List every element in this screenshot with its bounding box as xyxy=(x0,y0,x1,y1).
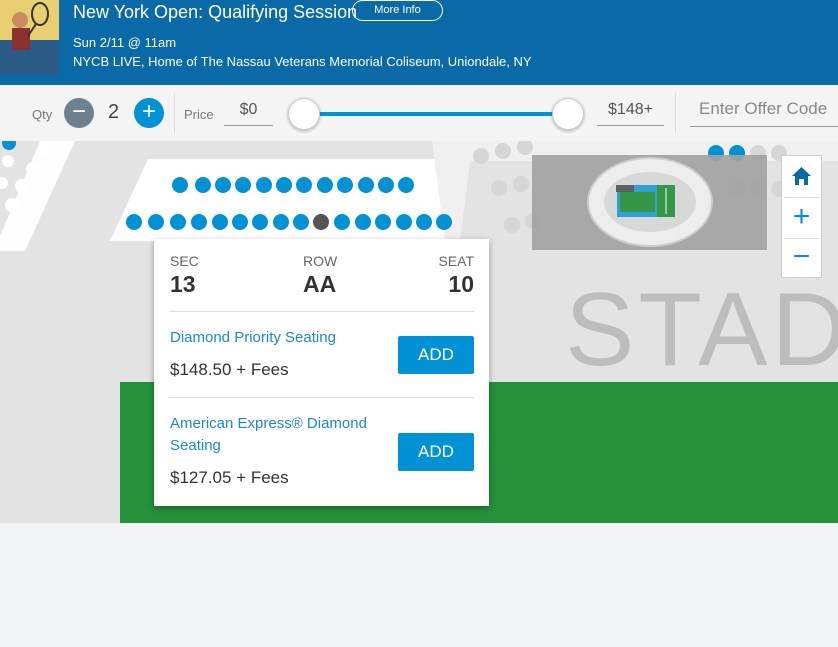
event-header: New York Open: Qualifying Session More I… xyxy=(0,0,838,85)
home-icon xyxy=(792,167,811,185)
seat-label: SEAT xyxy=(438,253,474,269)
price-slider-max-handle[interactable] xyxy=(552,98,584,130)
venue-minimap[interactable] xyxy=(532,155,767,250)
qty-value: 2 xyxy=(108,101,120,123)
zoom-out-button[interactable]: − xyxy=(782,238,821,278)
add-offer-button[interactable]: ADD xyxy=(398,336,474,374)
price-slider-track[interactable] xyxy=(303,112,567,116)
qty-decrease-button[interactable]: − xyxy=(64,98,94,128)
offer-price: $148.50 + Fees xyxy=(170,360,289,379)
divider xyxy=(169,311,474,312)
seat-details-popup: SEC 13 ROW AA SEAT 10 Diamond Priority S… xyxy=(154,239,489,506)
selected-seat xyxy=(313,214,329,230)
divider xyxy=(169,397,474,398)
event-date: Sun 2/11 @ 11am xyxy=(73,35,177,50)
row-value: AA xyxy=(303,271,337,297)
price-min-value[interactable]: $0 xyxy=(224,97,273,126)
event-venue: NYCB LIVE, Home of The Nassau Veterans M… xyxy=(73,54,532,69)
offer-name: American Express® Diamond Seating xyxy=(170,415,367,454)
offer-name: Diamond Priority Seating xyxy=(170,329,336,346)
page-footer-area xyxy=(0,523,838,647)
row-label: ROW xyxy=(303,253,338,269)
event-title: New York Open: Qualifying Session xyxy=(73,2,358,22)
add-offer-button[interactable]: ADD xyxy=(398,433,474,471)
section-value: 13 xyxy=(170,271,196,297)
zoom-controls: + − xyxy=(781,155,822,278)
qty-increase-button[interactable]: + xyxy=(134,98,164,128)
more-info-button[interactable]: More Info xyxy=(352,0,443,21)
price-max-value[interactable]: $148+ xyxy=(597,97,664,126)
price-slider-min-handle[interactable] xyxy=(288,98,320,130)
seat-value: 10 xyxy=(448,271,474,297)
divider xyxy=(174,93,175,133)
offer-price: $127.05 + Fees xyxy=(170,468,289,487)
zoom-in-button[interactable]: + xyxy=(782,198,821,238)
offer-code-input[interactable]: Enter Offer Code xyxy=(690,93,838,127)
section-label: SEC xyxy=(170,253,199,269)
divider xyxy=(675,93,676,133)
home-button[interactable] xyxy=(782,156,821,196)
event-thumbnail xyxy=(0,0,59,75)
qty-label: Qty xyxy=(32,107,53,122)
price-label: Price xyxy=(184,107,214,122)
stadium-watermark: STAD xyxy=(565,272,838,388)
